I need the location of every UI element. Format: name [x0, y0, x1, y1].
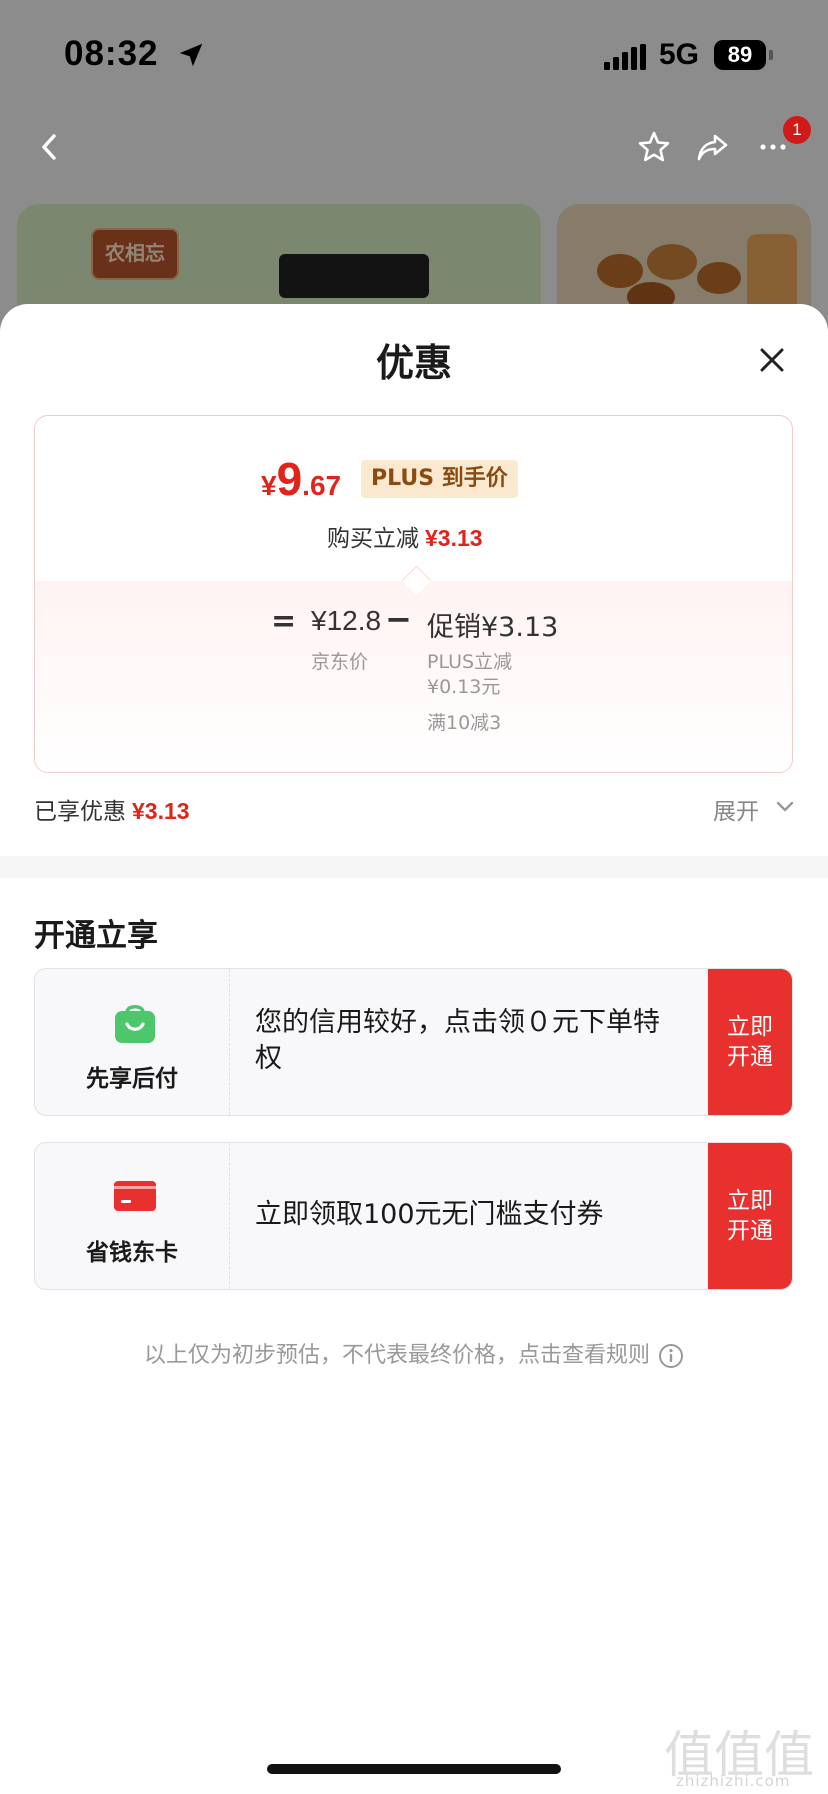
status-bar: 08:32 5G 89	[0, 0, 828, 108]
enjoyed-discount: 已享优惠 ¥3.13	[34, 798, 190, 825]
offer-name: 省钱东卡	[86, 1240, 178, 1266]
status-time: 08:32	[64, 34, 159, 73]
equals-sign: =	[271, 604, 297, 639]
green-bag-icon	[115, 1005, 155, 1043]
plus-price-tag: PLUS 到手价	[361, 460, 518, 498]
disclaimer[interactable]: 以上仅为初步预估，不代表最终价格，点击查看规则	[0, 1337, 828, 1369]
plus-reduce-value: ¥0.13元	[427, 676, 501, 698]
watermark-text: zhizhizhi.com	[676, 1772, 791, 1790]
final-price: ¥9.67	[261, 453, 342, 505]
share-button[interactable]	[683, 117, 743, 177]
share-icon	[697, 134, 728, 161]
info-icon[interactable]	[658, 1343, 684, 1369]
offer-description: 您的信用较好，点击领０元下单特权	[255, 1007, 660, 1074]
expand-button[interactable]: 展开	[713, 792, 759, 826]
chevron-left-icon	[42, 134, 56, 160]
buy-reduce-line: 购买立减 ¥3.13	[327, 525, 483, 552]
red-card-icon	[114, 1181, 156, 1211]
offer-card-saving-card[interactable]: 省钱东卡 立即领取100元无门槛支付券 立即开通	[34, 1142, 793, 1290]
home-indicator[interactable]	[267, 1764, 561, 1774]
favorite-button[interactable]	[624, 117, 684, 177]
top-actions	[620, 117, 807, 177]
minus-sign: −	[385, 600, 412, 638]
sheet-title: 优惠	[375, 341, 452, 385]
jd-price: ¥12.8	[311, 605, 382, 636]
signal-icon	[604, 44, 646, 70]
jd-price-label: 京东价	[311, 651, 369, 673]
section-title: 开通立享	[34, 918, 158, 954]
discount-sheet: 优惠 ¥9.67 PLUS 到手价 购买立减 ¥3.13 = ¥12.8 − 促销…	[0, 304, 828, 1792]
offer-card-pay-later[interactable]: 先享后付 您的信用较好，点击领０元下单特权 立即开通	[34, 968, 793, 1116]
price-breakdown-card: ¥9.67 PLUS 到手价 购买立减 ¥3.13 = ¥12.8 − 促销¥3.…	[34, 415, 793, 773]
breakdown-area	[35, 581, 792, 772]
full-reduce-label: 满10减3	[427, 712, 502, 734]
battery-level: 89	[714, 40, 766, 70]
activate-button[interactable]: 立即开通	[708, 969, 792, 1115]
activate-button[interactable]: 立即开通	[708, 1143, 792, 1289]
location-arrow-icon	[179, 43, 203, 67]
offer-description: 立即领取100元无门槛支付券	[255, 1199, 604, 1230]
close-icon[interactable]	[752, 340, 792, 380]
back-button[interactable]	[20, 117, 80, 177]
star-icon	[638, 131, 670, 162]
network-type: 5G	[659, 38, 700, 71]
promo-amount: 促销¥3.13	[427, 612, 559, 643]
battery-tip	[769, 50, 773, 60]
section-divider	[0, 856, 828, 878]
plus-reduce-label: PLUS立减	[427, 651, 513, 673]
chevron-down-icon[interactable]	[775, 800, 795, 814]
notification-badge: 1	[783, 116, 811, 144]
offer-name: 先享后付	[86, 1066, 178, 1092]
